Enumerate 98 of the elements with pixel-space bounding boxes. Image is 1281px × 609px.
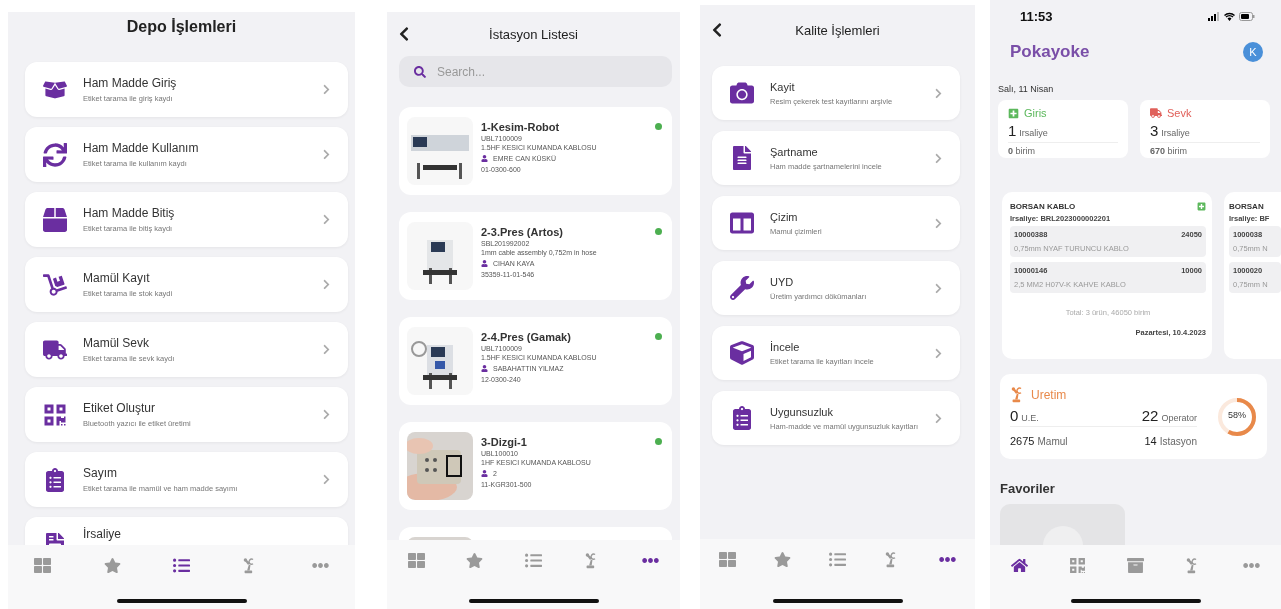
- chevron-icon: [933, 282, 944, 294]
- screen-title: İstasyon Listesi: [488, 26, 579, 42]
- user-icon: [481, 155, 488, 162]
- company-name: BORSAN: [1229, 202, 1264, 211]
- status-time: 11:53: [1020, 8, 1053, 24]
- truck-icon: [43, 337, 67, 362]
- item-title: Kayit: [770, 80, 796, 93]
- stat-value: 14: [1144, 435, 1157, 447]
- summary-total: 670 birim: [1150, 146, 1189, 156]
- signal-icon: [1208, 11, 1220, 21]
- item-title: İncele: [770, 340, 801, 353]
- summary-count: 1: [1008, 122, 1017, 139]
- summary-count: 3: [1150, 122, 1159, 139]
- qr-code-icon: [43, 402, 67, 427]
- qr-code-icon: [1068, 557, 1086, 574]
- plus-icon: [1197, 202, 1206, 211]
- camera-icon: [730, 81, 754, 105]
- item-title: Etiket Oluştur: [83, 401, 157, 415]
- item-title: İrsaliye: [83, 526, 122, 541]
- production-card[interactable]: Uretim 0 U.E. 22 Operator 2675 Mamul 14 Istasyon 58%: [1000, 374, 1267, 459]
- chevron-icon: [321, 474, 332, 485]
- chevron-icon: [321, 279, 332, 290]
- stat-label: Operator: [1161, 413, 1197, 423]
- chevron-icon: [321, 149, 332, 160]
- summary-unit: Irsaliye: [1019, 128, 1048, 138]
- item-title: Uygunsuzluk: [770, 405, 834, 418]
- search-field[interactable]: Search...: [399, 56, 672, 87]
- company-name: BORSAN KABLO: [1010, 202, 1076, 211]
- chevron-icon: [933, 217, 944, 229]
- summary-total: 0 birim: [1008, 146, 1036, 156]
- star-icon: [103, 557, 121, 574]
- list-icon: [525, 552, 542, 569]
- star-icon: [774, 551, 791, 568]
- dashboard-icon: [34, 557, 52, 574]
- dolly-icon: [43, 272, 67, 297]
- cube-icon: [730, 341, 754, 365]
- back-icon: [710, 22, 724, 38]
- summary-unit: Irsaliye: [1161, 128, 1190, 138]
- progress-percent: 58%: [1227, 409, 1247, 420]
- chevron-icon: [321, 344, 332, 355]
- chevron-icon: [321, 84, 332, 95]
- stat-value: 2675: [1010, 435, 1035, 447]
- back-icon: [397, 26, 411, 42]
- clipboard-icon: [730, 406, 754, 430]
- station-name: 2-3.Pres (Artos): [481, 226, 564, 238]
- stat-value: 22: [1141, 407, 1159, 424]
- layout-icon: [730, 211, 754, 235]
- chevron-icon: [933, 347, 944, 359]
- stat-label: Mamul: [1037, 436, 1068, 447]
- box-icon: [43, 207, 67, 232]
- item-title: UYD: [770, 275, 795, 288]
- summary-label: Giris: [1024, 107, 1047, 119]
- battery-icon: [1239, 11, 1255, 21]
- refresh-icon: [43, 142, 67, 167]
- menu-item[interactable]: İrsaliye: [25, 517, 348, 545]
- item-title: Mamül Sevk: [83, 336, 151, 350]
- user-icon: [481, 260, 488, 267]
- list-icon: [829, 551, 846, 568]
- clipboard-icon: [43, 467, 67, 492]
- date-label: Salı, 11 Nisan: [997, 83, 1055, 96]
- stat-label: U.E.: [1021, 413, 1039, 423]
- production-title: Uretim: [1031, 387, 1067, 402]
- list-icon: [172, 557, 190, 574]
- wifi-icon: [1224, 11, 1235, 21]
- user-icon: [481, 365, 488, 372]
- dashboard-icon: [719, 551, 736, 568]
- item-title: Şartname: [770, 145, 819, 158]
- chevron-icon: [933, 152, 944, 164]
- screen-title: Depo İşlemleri: [125, 18, 238, 36]
- chevron-icon: [933, 412, 944, 424]
- item-title: Mamül Kayıt: [83, 271, 151, 285]
- item-title: Çizim: [770, 210, 799, 223]
- item-title: Ham Madde Kullanım: [83, 141, 200, 155]
- user-icon: [481, 470, 488, 477]
- stat-value: 0: [1010, 407, 1019, 424]
- wrench-icon: [730, 276, 754, 300]
- station-name: 1-Kesim-Robot: [481, 121, 561, 133]
- summary-card[interactable]: Giris 1 Irsaliye 0 birim: [998, 100, 1128, 158]
- home-icon: [1010, 557, 1028, 574]
- item-title: Ham Madde Giriş: [83, 76, 178, 90]
- summary-card[interactable]: Sevk 3 Irsaliye 670 birim: [1140, 100, 1270, 158]
- search-icon: [414, 66, 426, 78]
- item-title: Ham Madde Bitiş: [83, 206, 176, 220]
- dashboard-icon: [407, 552, 425, 569]
- chevron-icon: [321, 409, 332, 420]
- screen-title: Kalite İşlemleri: [794, 22, 881, 38]
- section-title: Favoriler: [999, 480, 1056, 498]
- app-logo: Pokayoke: [1010, 42, 1090, 62]
- summary-label: Sevk: [1167, 107, 1192, 119]
- chevron-icon: [933, 87, 944, 99]
- station-name: 3-Dizgi-1: [481, 436, 528, 448]
- star-icon: [466, 552, 484, 569]
- stat-label: Istasyon: [1159, 436, 1197, 447]
- station-name: 2-4.Pres (Gamak): [481, 331, 572, 343]
- item-title: Sayım: [83, 466, 118, 480]
- chevron-icon: [321, 214, 332, 225]
- document-icon: [730, 146, 754, 170]
- archive-icon: [1126, 557, 1144, 574]
